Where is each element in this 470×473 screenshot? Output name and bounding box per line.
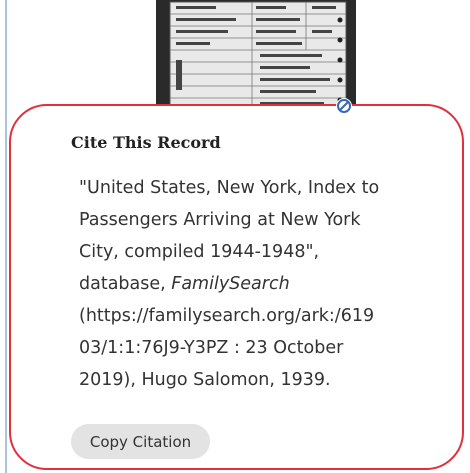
restricted-view-icon-glyph — [337, 99, 351, 113]
citation-line: City, compiled 1944-1948", — [79, 242, 320, 262]
cite-record-title: Cite This Record — [71, 133, 221, 152]
record-image-thumbnail[interactable] — [156, 0, 356, 118]
citation-text: "United States, New York, Index to Passe… — [79, 172, 439, 396]
citation-line: "United States, New York, Index to — [79, 178, 380, 198]
copy-citation-button[interactable]: Copy Citation — [71, 424, 210, 459]
citation-line: 2019), Hugo Salomon, 1939. — [79, 370, 331, 390]
page: Cite This Record "United States, New Yor… — [0, 0, 470, 473]
citation-line: Passengers Arriving at New York — [79, 210, 361, 230]
citation-line-database: database, FamilySearch — [79, 268, 439, 300]
citation-database-name: FamilySearch — [171, 274, 290, 294]
restricted-view-icon[interactable] — [336, 98, 352, 114]
citation-database-prefix: database, — [79, 274, 172, 294]
page-left-border — [5, 0, 7, 473]
citation-line: (https://familysearch.org/ark:/619 — [79, 306, 375, 326]
citation-line: 03/1:1:76J9-Y3PZ : 23 October — [79, 338, 344, 358]
record-image-icon — [156, 0, 356, 118]
